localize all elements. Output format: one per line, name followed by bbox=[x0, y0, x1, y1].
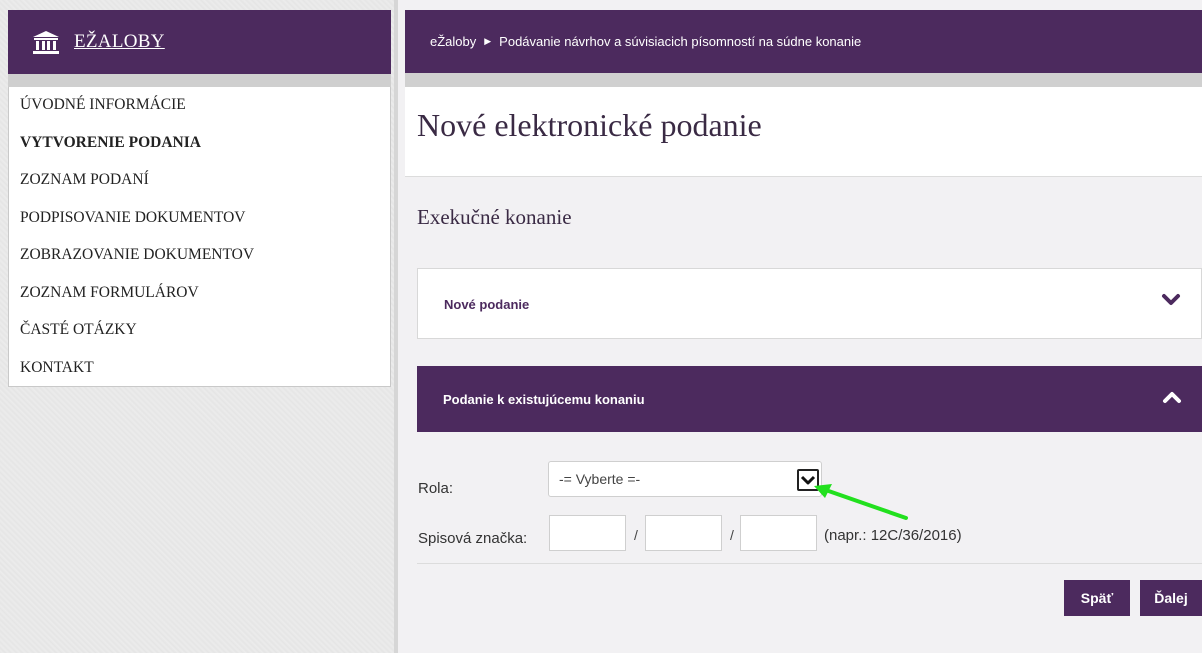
role-label: Rola: bbox=[418, 480, 454, 497]
sidebar-item-caste-otazky[interactable]: ČASTÉ OTÁZKY bbox=[9, 319, 390, 357]
brand-header: EŽALOBY bbox=[8, 10, 391, 74]
case-number-hint: (napr.: 12C/36/2016) bbox=[824, 527, 962, 544]
accordion-new-submission[interactable]: Nové podanie bbox=[417, 268, 1202, 339]
brand-strip bbox=[8, 74, 391, 87]
courthouse-icon bbox=[33, 31, 59, 54]
chevron-down-icon bbox=[1162, 294, 1180, 305]
breadcrumb-root[interactable]: eŽaloby bbox=[430, 34, 476, 49]
form-divider bbox=[417, 563, 1202, 564]
case-number-part2-input[interactable] bbox=[645, 515, 722, 551]
brand-link[interactable]: EŽALOBY bbox=[74, 31, 165, 53]
triangle-right-icon: ▶ bbox=[484, 36, 492, 46]
accordion-new-label: Nové podanie bbox=[444, 297, 530, 312]
accordion-existing-label: Podanie k existujúcemu konaniu bbox=[443, 392, 645, 407]
section-title: Exekučné konanie bbox=[417, 205, 572, 229]
back-button[interactable]: Späť bbox=[1064, 580, 1130, 616]
title-box: Nové elektronické podanie bbox=[405, 87, 1202, 177]
sidebar-item-vytvorenie-podania[interactable]: VYTVORENIE PODANIA bbox=[9, 132, 390, 170]
case-number-part1-input[interactable] bbox=[549, 515, 626, 551]
sidebar-item-zoznam-podani[interactable]: ZOZNAM PODANÍ bbox=[9, 169, 390, 207]
case-separator-2: / bbox=[730, 527, 734, 543]
chevron-up-icon bbox=[1163, 392, 1181, 403]
sidebar-menu: ÚVODNÉ INFORMÁCIE VYTVORENIE PODANIA ZOZ… bbox=[8, 87, 391, 387]
breadcrumb: eŽaloby ▶ Podávanie návrhov a súvisiacic… bbox=[405, 10, 1202, 73]
sidebar-item-kontakt[interactable]: KONTAKT bbox=[9, 357, 390, 395]
breadcrumb-current: Podávanie návrhov a súvisiacich písomnos… bbox=[499, 34, 862, 49]
role-select-value: -= Vyberte =- bbox=[559, 471, 641, 487]
role-select[interactable]: -= Vyberte =- bbox=[548, 461, 822, 497]
sidebar-item-podpisovanie-dokumentov[interactable]: PODPISOVANIE DOKUMENTOV bbox=[9, 207, 390, 245]
annotation-arrow bbox=[814, 484, 908, 520]
case-number-label: Spisová značka: bbox=[418, 530, 528, 547]
header-strip bbox=[405, 73, 1202, 87]
next-button[interactable]: Ďalej bbox=[1140, 580, 1202, 616]
case-separator-1: / bbox=[634, 527, 638, 543]
sidebar-item-zobrazovanie-dokumentov[interactable]: ZOBRAZOVANIE DOKUMENTOV bbox=[9, 244, 390, 282]
sidebar-item-uvodne-informacie[interactable]: ÚVODNÉ INFORMÁCIE bbox=[9, 94, 390, 132]
sidebar-item-zoznam-formularov[interactable]: ZOZNAM FORMULÁROV bbox=[9, 282, 390, 320]
page-title: Nové elektronické podanie bbox=[417, 107, 762, 143]
case-number-part3-input[interactable] bbox=[740, 515, 817, 551]
accordion-existing-proceeding[interactable]: Podanie k existujúcemu konaniu bbox=[417, 366, 1202, 432]
